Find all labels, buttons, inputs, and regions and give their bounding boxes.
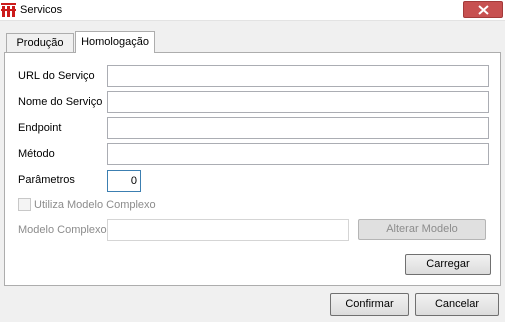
tab-producao[interactable]: Produção [6,33,74,53]
tab-homologacao[interactable]: Homologação [75,31,155,53]
app-logo-icon [1,2,16,18]
modelo-label: Modelo Complexo [18,224,107,236]
complex-model-checkbox[interactable] [18,198,31,211]
title-bar: Servicos [0,0,505,21]
parametros-input[interactable]: 0 [107,170,141,192]
nome-input[interactable] [107,91,489,113]
url-label: URL do Serviço [18,70,95,82]
confirm-button[interactable]: Confirmar [330,293,409,316]
modelo-input[interactable] [107,219,349,241]
nome-label: Nome do Serviço [18,96,103,108]
alterar-modelo-button[interactable]: Alterar Modelo [358,219,486,240]
endpoint-label: Endpoint [18,122,62,134]
carregar-button[interactable]: Carregar [405,254,491,275]
endpoint-input[interactable] [107,117,489,139]
window-title: Servicos [20,4,63,16]
cancel-button[interactable]: Cancelar [415,293,499,316]
parametros-label: Parâmetros [18,174,75,186]
close-button[interactable] [463,1,503,18]
metodo-label: Método [18,148,55,160]
metodo-input[interactable] [107,143,489,165]
tab-panel [4,52,501,286]
url-input[interactable] [107,65,489,87]
complex-model-checkbox-label: Utiliza Modelo Complexo [34,199,156,211]
